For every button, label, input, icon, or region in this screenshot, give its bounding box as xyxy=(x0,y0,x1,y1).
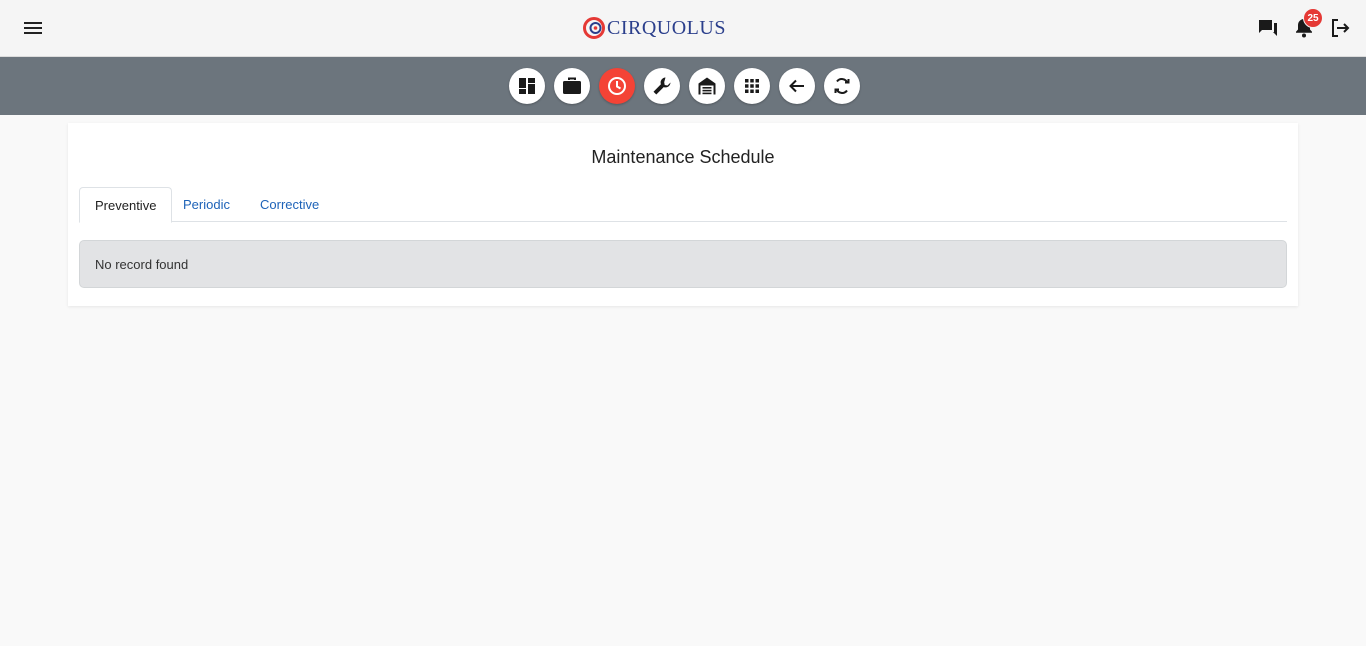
logout-icon xyxy=(1332,19,1350,37)
warehouse-icon xyxy=(698,77,716,95)
logo-icon xyxy=(583,17,605,39)
refresh-icon xyxy=(834,78,850,94)
schedule-tabs: Preventive Periodic Corrective xyxy=(79,187,1287,223)
clock-icon xyxy=(608,77,626,95)
tab-periodic[interactable]: Periodic xyxy=(168,187,245,222)
notification-count-badge: 25 xyxy=(1303,8,1323,28)
work-orders-button[interactable] xyxy=(554,68,590,104)
back-button[interactable] xyxy=(779,68,815,104)
brand-name: CIRQUOLUS xyxy=(607,16,726,39)
dashboard-button[interactable] xyxy=(509,68,545,104)
tools-button[interactable] xyxy=(644,68,680,104)
empty-state-message: No record found xyxy=(95,256,189,272)
refresh-button[interactable] xyxy=(824,68,860,104)
maintenance-schedule-button[interactable] xyxy=(599,68,635,104)
tab-preventive[interactable]: Preventive xyxy=(79,187,173,223)
dashboard-icon xyxy=(519,78,535,94)
chat-button[interactable] xyxy=(1255,14,1281,42)
empty-state-alert: No record found xyxy=(79,240,1287,288)
chat-icon xyxy=(1259,20,1277,36)
arrow-back-icon xyxy=(789,79,804,93)
tab-corrective[interactable]: Corrective xyxy=(245,187,334,222)
brand-logo[interactable]: CIRQUOLUS xyxy=(583,14,726,42)
top-header: CIRQUOLUS 25 xyxy=(0,0,1366,57)
page-title: Maintenance Schedule xyxy=(591,147,775,167)
menu-button[interactable] xyxy=(18,14,48,42)
apps-button[interactable] xyxy=(734,68,770,104)
warehouse-button[interactable] xyxy=(689,68,725,104)
briefcase-icon xyxy=(563,77,581,94)
maintenance-schedule-card: Maintenance Schedule Preventive Periodic… xyxy=(68,123,1298,306)
apps-grid-icon xyxy=(745,79,759,93)
wrench-icon xyxy=(653,77,671,95)
notifications-button[interactable]: 25 xyxy=(1291,8,1323,42)
quick-actions-toolbar xyxy=(0,57,1366,115)
menu-icon xyxy=(24,22,42,34)
logout-button[interactable] xyxy=(1327,14,1353,42)
